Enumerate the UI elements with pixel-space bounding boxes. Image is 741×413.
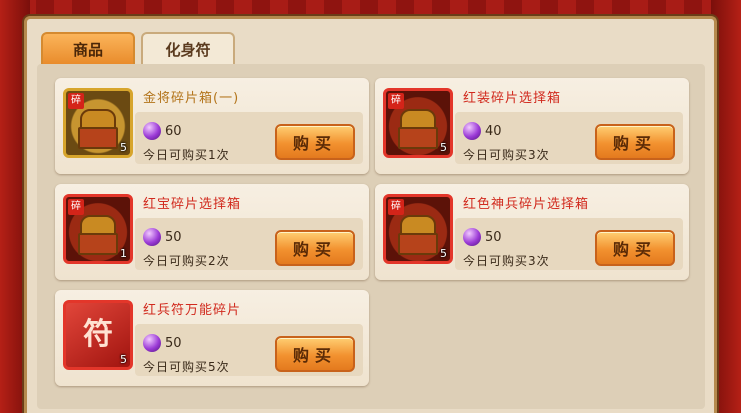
purple-gem-icon — [143, 334, 161, 352]
shop-item-card: 符 5 红兵符万能碎片 50 今日可购买5次 购买 — [55, 290, 369, 386]
red-equipment-chest-icon[interactable]: 碎 5 — [383, 88, 453, 158]
purchase-limit: 今日可购买2次 — [143, 254, 230, 268]
item-count: 1 — [120, 247, 127, 260]
shop-item-card: 碎 5 红装碎片选择箱 40 今日可购买3次 购买 — [375, 78, 689, 174]
purple-gem-icon — [463, 228, 481, 246]
red-gem-chest-icon[interactable]: 碎 1 — [63, 194, 133, 264]
item-list-panel: 碎 5 金将碎片箱(一) 60 今日可购买1次 购买 碎 5 红装碎片选择箱 4… — [37, 64, 705, 409]
purple-gem-icon — [143, 228, 161, 246]
item-count: 5 — [120, 141, 127, 154]
purchase-limit: 今日可购买1次 — [143, 148, 230, 162]
item-name: 红色神兵碎片选择箱 — [463, 197, 590, 212]
fu-talisman-icon[interactable]: 符 5 — [63, 300, 133, 370]
talisman-glyph: 符 — [83, 317, 113, 352]
shop-window: 商品 化身符 碎 5 金将碎片箱(一) 60 今日可购买1次 购买 碎 5 红装… — [24, 16, 717, 413]
item-count: 5 — [120, 353, 127, 366]
item-price: 50 — [165, 336, 182, 351]
shop-item-card: 碎 5 金将碎片箱(一) 60 今日可购买1次 购买 — [55, 78, 369, 174]
shop-item-card: 碎 5 红色神兵碎片选择箱 50 今日可购买3次 购买 — [375, 184, 689, 280]
gold-chest-icon[interactable]: 碎 5 — [63, 88, 133, 158]
tab-bar: 商品 化身符 — [41, 32, 235, 64]
red-weapon-chest-icon[interactable]: 碎 5 — [383, 194, 453, 264]
item-price: 60 — [165, 124, 182, 139]
item-count: 5 — [440, 247, 447, 260]
tab-avatar-talisman[interactable]: 化身符 — [141, 32, 235, 64]
item-name: 红兵符万能碎片 — [143, 303, 242, 318]
item-name: 金将碎片箱(一) — [143, 91, 240, 106]
shop-item-card: 碎 1 红宝碎片选择箱 50 今日可购买2次 购买 — [55, 184, 369, 280]
purple-gem-icon — [143, 122, 161, 140]
buy-button[interactable]: 购买 — [595, 124, 675, 160]
item-price: 40 — [485, 124, 502, 139]
buy-button[interactable]: 购买 — [275, 124, 355, 160]
shard-tag: 碎 — [388, 199, 404, 215]
shard-tag: 碎 — [68, 93, 84, 109]
buy-button[interactable]: 购买 — [275, 230, 355, 266]
item-price: 50 — [165, 230, 182, 245]
item-name: 红宝碎片选择箱 — [143, 197, 242, 212]
purchase-limit: 今日可购买5次 — [143, 360, 230, 374]
shard-tag: 碎 — [68, 199, 84, 215]
buy-button[interactable]: 购买 — [275, 336, 355, 372]
tab-goods[interactable]: 商品 — [41, 32, 135, 64]
item-price: 50 — [485, 230, 502, 245]
purple-gem-icon — [463, 122, 481, 140]
purchase-limit: 今日可购买3次 — [463, 148, 550, 162]
item-name: 红装碎片选择箱 — [463, 91, 562, 106]
purchase-limit: 今日可购买3次 — [463, 254, 550, 268]
buy-button[interactable]: 购买 — [595, 230, 675, 266]
item-count: 5 — [440, 141, 447, 154]
shard-tag: 碎 — [388, 93, 404, 109]
